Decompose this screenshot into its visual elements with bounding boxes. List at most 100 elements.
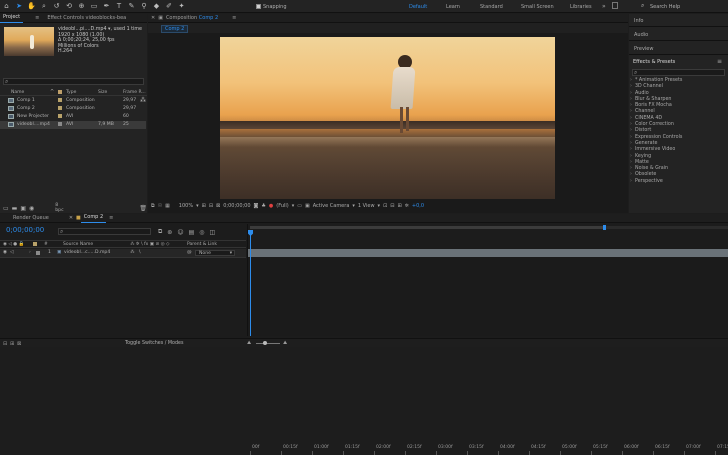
fast-preview-icon[interactable]: ⊟: [390, 203, 394, 209]
new-comp-icon[interactable]: ▣: [20, 205, 26, 212]
time-ruler[interactable]: [247, 224, 728, 248]
zoom-icon[interactable]: ⌕: [40, 2, 49, 11]
eraser-icon[interactable]: ◆: [152, 2, 161, 11]
preview-panel[interactable]: Preview: [629, 42, 728, 55]
col-parent-link[interactable]: Parent & Link: [187, 242, 217, 247]
brush-icon[interactable]: ✎: [127, 2, 136, 11]
close-tab-icon[interactable]: ✕: [148, 14, 158, 23]
safe-zones-icon[interactable]: ⊟: [209, 203, 213, 209]
camera-orbit-icon[interactable]: ⟲: [65, 2, 74, 11]
view-layout-dropdown[interactable]: 1 View: [358, 203, 375, 209]
delete-icon[interactable]: 🗑: [139, 205, 147, 212]
timecode-display[interactable]: 0;00;00;00: [223, 203, 250, 209]
workspace-small-screen[interactable]: Small Screen: [521, 4, 554, 10]
col-frame-rate[interactable]: Frame R...: [123, 90, 146, 95]
project-item[interactable]: Comp 1 Composition 29,97 ⁂: [0, 97, 146, 105]
workspace-standard[interactable]: Standard: [480, 4, 503, 10]
composition-menu-icon[interactable]: ≡: [229, 14, 239, 23]
fit-icon[interactable]: ⊞: [202, 203, 206, 209]
transfer-controls-icon[interactable]: ⊞: [10, 341, 14, 347]
channel-icon[interactable]: ●: [269, 203, 273, 209]
roto-brush-icon[interactable]: ✐: [165, 2, 174, 11]
zoom-slider-thumb[interactable]: [263, 341, 267, 345]
col-size[interactable]: Size: [98, 90, 107, 95]
col-source-name[interactable]: Source Name: [63, 242, 93, 247]
label-column-icon[interactable]: [58, 90, 62, 94]
label-column-icon[interactable]: [33, 242, 37, 246]
hand-icon[interactable]: ✋: [27, 2, 36, 11]
exposure-value[interactable]: +0,0: [412, 203, 424, 209]
tab-render-queue[interactable]: Render Queue: [10, 214, 52, 223]
pickwhip-icon[interactable]: @: [187, 250, 192, 255]
panel-menu-icon[interactable]: ≡: [717, 58, 722, 65]
project-search-input[interactable]: ⌕: [3, 78, 144, 85]
new-folder-icon[interactable]: ▬: [12, 205, 18, 212]
flowchart-icon[interactable]: ⁂: [140, 97, 146, 104]
workspace-learn[interactable]: Learn: [446, 4, 460, 10]
layer-quality-icon[interactable]: \: [139, 250, 141, 255]
selection-icon[interactable]: ➤: [15, 2, 24, 11]
timeline-timecode[interactable]: 0;00;00;00: [6, 226, 44, 234]
in-out-icon[interactable]: ⊠: [17, 341, 21, 347]
chevron-down-icon[interactable]: ▾: [378, 203, 381, 209]
transparency-grid-icon[interactable]: ⊠: [216, 203, 220, 209]
always-preview-icon[interactable]: ⧉: [151, 203, 155, 209]
layer-label-color[interactable]: [36, 251, 40, 255]
footage-name[interactable]: videobl...pi....D.mp4 ▾: [58, 27, 110, 32]
mask-visibility-icon[interactable]: ☉: [158, 203, 162, 209]
draft-3d-icon[interactable]: ⊛: [167, 229, 172, 236]
label-color-swatch[interactable]: [58, 98, 62, 102]
eye-icon[interactable]: ◉: [3, 250, 7, 255]
label-color-swatch[interactable]: [58, 122, 62, 126]
type-icon[interactable]: T: [115, 2, 124, 11]
pen-icon[interactable]: ✒: [102, 2, 111, 11]
layer-duration-bar[interactable]: [248, 249, 728, 257]
frame-blending-icon[interactable]: ▤: [189, 229, 195, 236]
panel-menu-icon[interactable]: ≡: [106, 214, 116, 223]
zoom-in-icon[interactable]: ⛰: [283, 340, 287, 346]
motion-blur-icon[interactable]: ◎: [199, 229, 204, 236]
grid-icon[interactable]: ▦: [165, 203, 170, 209]
show-snapshot-icon[interactable]: ♣: [261, 203, 265, 209]
timeline-search-input[interactable]: ⌕: [58, 228, 151, 235]
region-of-interest-icon[interactable]: ▭: [297, 203, 302, 209]
workspace-default[interactable]: Default: [409, 4, 427, 10]
shy-icon[interactable]: ☺: [177, 229, 183, 236]
work-area-bar[interactable]: [250, 225, 728, 230]
rectangle-icon[interactable]: ▭: [90, 2, 99, 11]
panel-toggle-icon[interactable]: [612, 2, 618, 9]
chevron-down-icon[interactable]: ▾: [352, 203, 355, 209]
home-icon[interactable]: ⌂: [2, 2, 11, 11]
project-item[interactable]: Comp 2 Composition 29,97: [0, 105, 146, 113]
effect-category[interactable]: Perspective: [629, 179, 728, 186]
zoom-slider-track[interactable]: [256, 343, 280, 344]
video-frame[interactable]: [220, 37, 555, 199]
zoom-dropdown[interactable]: 100%: [179, 203, 193, 209]
chevron-down-icon[interactable]: ▾: [292, 203, 295, 209]
project-item[interactable]: videobl....mp4 AVI 7,9 MB 25: [0, 121, 146, 129]
close-tab-icon[interactable]: ✕: [66, 214, 76, 223]
reset-exposure-icon[interactable]: ✲: [405, 203, 409, 209]
panel-menu-icon[interactable]: ≡: [32, 14, 42, 23]
subtab-comp-2[interactable]: Comp 2: [161, 25, 189, 33]
workspace-libraries[interactable]: Libraries: [570, 4, 592, 10]
snapping-checkbox[interactable]: [256, 4, 261, 9]
toggle-switches-modes[interactable]: Toggle Switches / Modes: [125, 341, 184, 346]
tab-comp-2[interactable]: Comp 2: [80, 213, 107, 223]
bpc-label[interactable]: 8 bpc: [55, 203, 64, 213]
rotate-icon[interactable]: ↺: [52, 2, 61, 11]
pixel-aspect-icon[interactable]: ⊡: [383, 203, 387, 209]
effects-search-input[interactable]: ⌕: [632, 69, 725, 76]
tab-effect-controls[interactable]: Effect Controls videoblocks-bea: [44, 14, 139, 23]
tab-project[interactable]: Project: [0, 13, 24, 23]
parent-dropdown[interactable]: None ▾: [195, 250, 235, 256]
snapshot-icon[interactable]: ◙: [254, 203, 259, 209]
composition-tab-title[interactable]: Composition Comp 2: [163, 14, 221, 23]
pan-behind-icon[interactable]: ⊕: [77, 2, 86, 11]
col-name[interactable]: Name: [11, 90, 24, 95]
layer-name[interactable]: videobl...c.....D.mp4: [64, 250, 110, 255]
toggle-transparency-icon[interactable]: ▣: [305, 203, 310, 209]
clone-stamp-icon[interactable]: ⚲: [140, 2, 149, 11]
flowchart-icon[interactable]: ⊞: [397, 203, 401, 209]
puppet-pin-icon[interactable]: ✦: [177, 2, 186, 11]
